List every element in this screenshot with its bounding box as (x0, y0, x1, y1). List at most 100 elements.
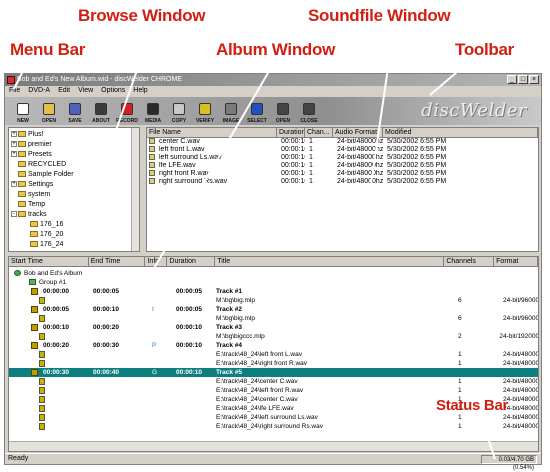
track-row[interactable]: 00:00:20 00:00:30 P 00:00:10 Track #4 (9, 341, 538, 350)
column-header[interactable]: Title (215, 257, 445, 266)
minimize-button[interactable]: _ (507, 75, 517, 84)
menu-item-edit[interactable]: Edit (58, 86, 70, 96)
file-row[interactable]: E:\track\48_24\right front R.wav 1 24-bit/… (9, 359, 538, 368)
column-header[interactable]: File Name (147, 128, 277, 137)
folder-icon (18, 201, 26, 208)
menu-item-view[interactable]: View (78, 86, 93, 96)
file-row[interactable]: M:\bg\big.mlp 6 24-bit/96000hz (9, 296, 538, 305)
cell-text: 5/30/2002 6:55 PM (387, 162, 447, 169)
menu-item-file[interactable]: File (9, 86, 20, 96)
image-icon (225, 103, 237, 115)
file-row[interactable]: E:\track\48_24\right surround Rs.wav 1 24-… (9, 422, 538, 431)
folder-item[interactable]: + Presets (11, 150, 139, 160)
menu-item-help[interactable]: Help (133, 86, 147, 96)
folder-item[interactable]: 176_20 (11, 230, 139, 240)
close-toolbar-button[interactable]: CLOSE (297, 97, 321, 125)
open-toolbar-button[interactable]: OPEN (37, 97, 61, 125)
copy-toolbar-button[interactable]: COPY (167, 97, 191, 125)
folder-item[interactable]: RECYCLED (11, 160, 139, 170)
browse-window[interactable]: + Plus! + premier + Presets RECYCLED Sample Fol… (8, 127, 140, 252)
file-row[interactable]: E:\track\48_24\left front L.wav 1 24-bit/4… (9, 350, 538, 359)
title-bar[interactable]: Bob and Ed's New Album.wid - discWelder … (5, 74, 541, 86)
soundfile-row[interactable]: left front L.wav 00:00:10 1 24-bit/48000hz 5… (147, 146, 538, 154)
maximize-button[interactable]: □ (518, 75, 528, 84)
soundfile-cell: 5/30/2002 6:55 PM (383, 146, 538, 154)
folder-item[interactable]: 192_16 (11, 250, 139, 251)
verify-toolbar-button[interactable]: VERIFY (193, 97, 217, 125)
record-toolbar-button[interactable]: RECORD (115, 97, 139, 125)
expander-icon[interactable]: - (11, 211, 17, 218)
track-end-time: 00:00:30 (93, 342, 120, 349)
column-header[interactable]: Format (494, 257, 538, 266)
folder-item[interactable]: system (11, 190, 139, 200)
folder-item[interactable]: + Settings (11, 180, 139, 190)
soundfile-row[interactable]: lfe LFE.wav 00:00:10 1 24-bit/48000hz 5/30/2… (147, 162, 538, 170)
album-root[interactable]: Bob and Ed's Album (9, 269, 538, 278)
soundfile-row[interactable]: center C.wav 00:00:10 1 24-bit/48000hz 5/30/… (147, 138, 538, 146)
soundfile-cell: 00:00:10 (277, 138, 305, 146)
track-row[interactable]: 00:00:00 00:00:05 00:00:05 Track #1 (9, 287, 538, 296)
expander-icon[interactable]: + (11, 181, 17, 188)
file-row[interactable]: M:\bg\big.mlp 6 24-bit/96000hz (9, 314, 538, 323)
column-header[interactable]: Start Time (9, 257, 89, 266)
folder-item[interactable]: + Plus! (11, 130, 139, 140)
folder-item[interactable]: Temp (11, 200, 139, 210)
soundfile-row[interactable]: right front R.wav 00:00:10 1 24-bit/48000hz… (147, 170, 538, 178)
menu-item-dvd-a[interactable]: DVD-A (28, 86, 50, 96)
cell-text: 1 (309, 162, 313, 169)
column-header[interactable]: Channels (444, 257, 495, 266)
track-icon (31, 324, 38, 331)
soundfile-row[interactable]: right surround Rs.wav 00:00:10 1 24-bit/480… (147, 178, 538, 186)
column-header[interactable]: End Time (89, 257, 146, 266)
select-toolbar-button[interactable]: SELECT (245, 97, 269, 125)
track-duration: 00:00:05 (176, 306, 203, 313)
cell-text: center C.wav (159, 138, 200, 145)
folder-item[interactable]: 176_16 (11, 220, 139, 230)
soundfile-cell: center C.wav (147, 138, 277, 146)
file-row[interactable]: E:\track\48_24\center C.wav 1 24-bit/48000… (9, 377, 538, 386)
column-header[interactable]: Modified (383, 128, 538, 137)
folder-label: Settings (28, 181, 54, 188)
folder-item[interactable]: + premier (11, 140, 139, 150)
folder-item[interactable]: - tracks (11, 210, 139, 220)
track-row[interactable]: 00:00:10 00:00:20 00:00:10 Track #3 (9, 323, 538, 332)
soundfile-cell: 24-bit/48000hz (333, 146, 383, 154)
column-header[interactable]: Duration (277, 128, 305, 137)
wav-file-icon (149, 146, 155, 153)
group-row[interactable]: Group #1 (9, 278, 538, 287)
track-title: Track #1 (216, 288, 243, 295)
track-row[interactable]: 00:00:05 00:00:10 I 00:00:05 Track #2 (9, 305, 538, 314)
cell-text: 24-bit/48000hz (337, 154, 383, 161)
folder-item[interactable]: 176_24 (11, 240, 139, 250)
media-toolbar-button[interactable]: MEDIA (141, 97, 165, 125)
file-row[interactable]: E:\track\48_24\left front R.wav 1 24-bit/4… (9, 386, 538, 395)
track-row[interactable]: 00:00:30 00:00:40 G 00:00:10 Track #5 (9, 368, 538, 377)
about-toolbar-button[interactable]: ABOUT (89, 97, 113, 125)
cell-text: 00:00:10 (281, 162, 305, 169)
soundfile-window[interactable]: File Name Duration Chan... Audio Format Modi… (146, 127, 539, 252)
close-button[interactable]: × (529, 75, 539, 84)
column-header[interactable]: Audio Format (333, 128, 383, 137)
folder-item[interactable]: Sample Folder (11, 170, 139, 180)
expander-icon[interactable]: + (11, 131, 17, 138)
expander-icon[interactable]: + (11, 151, 17, 158)
album-window[interactable]: Start Time End Time Info Duration Title Chann… (8, 256, 539, 452)
expander-icon[interactable]: + (11, 141, 17, 148)
file-row[interactable]: M:\bg\bigccc.mlp 2 24-bit/192000hz (9, 332, 538, 341)
soundfile-row[interactable]: left surround Ls.wav 00:00:10 1 24-bit/4800… (147, 154, 538, 162)
menu-item-options[interactable]: Options (101, 86, 125, 96)
file-row[interactable]: E:\track\48_24\left surround Ls.wav 1 24-b… (9, 413, 538, 422)
album-tree: Bob and Ed's Album Group #1 00:00:00 00:00:… (9, 268, 538, 442)
save-toolbar-button[interactable]: SAVE (63, 97, 87, 125)
open-toolbar-button[interactable]: OPEN (271, 97, 295, 125)
channel-file-icon (39, 405, 45, 412)
column-header[interactable]: Duration (167, 257, 216, 266)
column-header[interactable]: Chan... (305, 128, 333, 137)
album-hscrollbar[interactable] (9, 441, 538, 451)
audio-format: 24-bit/48000hz (502, 414, 539, 421)
browse-scrollbar[interactable] (131, 128, 139, 251)
new-toolbar-button[interactable]: NEW (11, 97, 35, 125)
column-header[interactable]: Info (145, 257, 168, 266)
folder-icon (18, 161, 26, 168)
image-toolbar-button[interactable]: IMAGE (219, 97, 243, 125)
